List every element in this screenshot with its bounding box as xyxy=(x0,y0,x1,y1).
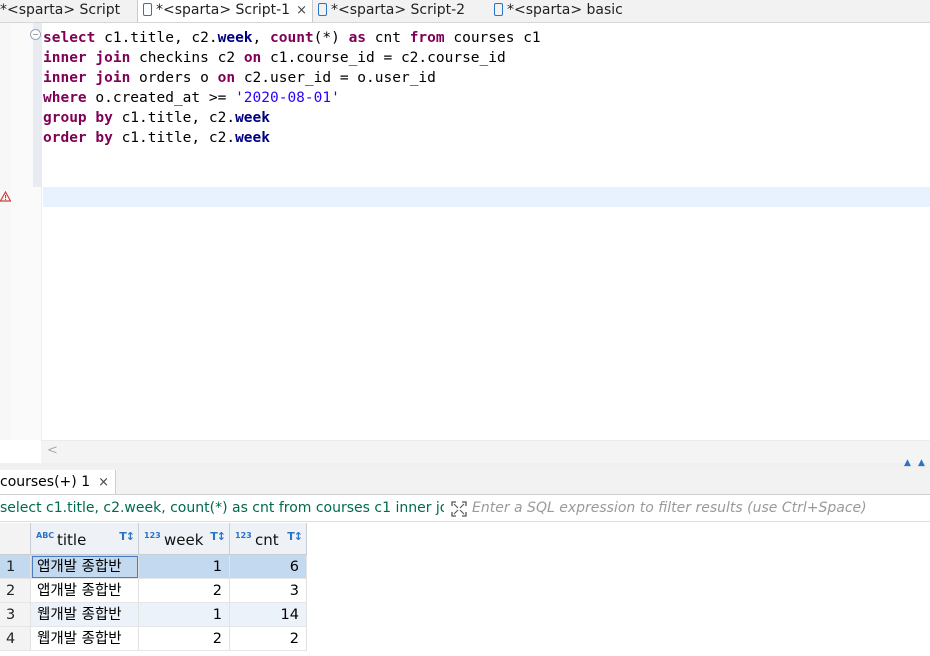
tab-label: *<sparta> basic xyxy=(507,2,623,18)
maximize-up-icon[interactable]: ▲ xyxy=(904,458,911,468)
column-header-cnt[interactable]: 123 cnt T↕ xyxy=(230,523,307,555)
row-number[interactable]: 3 xyxy=(0,603,31,627)
close-icon[interactable]: × xyxy=(98,475,109,490)
column-label: week xyxy=(164,531,204,549)
results-tab-bar: courses(+) 1 × xyxy=(0,468,930,495)
code-line: select c1.title, c2.week, count(*) as cn… xyxy=(43,30,541,46)
tab-script-1[interactable]: *<sparta> Script-1 × xyxy=(137,0,313,22)
cell-title[interactable]: 앱개발 종합반 xyxy=(31,555,139,579)
cell-cnt[interactable]: 14 xyxy=(230,603,307,627)
code-line: where o.created_at >= '2020-08-01' xyxy=(43,90,340,106)
text-type-icon: ABC xyxy=(36,531,55,540)
sql-code[interactable]: select c1.title, c2.week, count(*) as cn… xyxy=(43,28,541,148)
row-number-header[interactable] xyxy=(0,523,31,555)
annotation-ruler xyxy=(0,23,11,440)
current-line-highlight xyxy=(43,187,930,207)
restore-up-icon[interactable]: ▲ xyxy=(918,458,925,468)
number-type-icon: 123 xyxy=(144,531,161,540)
filter-sort-icon[interactable]: T↕ xyxy=(210,530,226,543)
column-label: cnt xyxy=(255,531,279,549)
cell-title[interactable]: 웹개발 종합반 xyxy=(31,627,139,651)
cell-week[interactable]: 2 xyxy=(139,627,230,651)
code-line: order by c1.title, c2.week xyxy=(43,130,270,146)
cell-title[interactable]: 앱개발 종합반 xyxy=(31,579,139,603)
row-number[interactable]: 2 xyxy=(0,579,31,603)
results-filter-bar: select c1.title, c2.week, count(*) as cn… xyxy=(0,497,930,522)
cell-week[interactable]: 2 xyxy=(139,579,230,603)
horizontal-scrollbar[interactable]: < xyxy=(41,440,930,463)
tab-label: *<sparta> Script-2 xyxy=(331,2,466,18)
tab-script-2[interactable]: *<sparta> Script-2 xyxy=(314,0,484,22)
statement-marker xyxy=(33,23,42,187)
column-header-week[interactable]: 123 week T↕ xyxy=(139,523,230,555)
cell-week[interactable]: 1 xyxy=(139,555,230,579)
results-tab-label: courses(+) 1 xyxy=(0,474,91,490)
fold-collapse-icon[interactable]: − xyxy=(30,29,41,40)
editor-tab-bar: *<sparta> Script *<sparta> Script-1 × *<s… xyxy=(0,0,930,23)
cell-week[interactable]: 1 xyxy=(139,603,230,627)
executed-query-text[interactable]: select c1.title, c2.week, count(*) as cn… xyxy=(0,500,444,516)
script-icon xyxy=(143,3,152,16)
cell-title[interactable]: 웹개발 종합반 xyxy=(31,603,139,627)
number-type-icon: 123 xyxy=(235,531,252,540)
code-line: inner join orders o on c2.user_id = o.us… xyxy=(43,70,436,86)
close-icon[interactable]: × xyxy=(296,3,307,18)
filter-input[interactable] xyxy=(472,498,922,518)
warning-icon[interactable] xyxy=(0,191,11,202)
filter-sort-icon[interactable]: T↕ xyxy=(287,530,303,543)
script-icon xyxy=(318,3,327,16)
tab-basic[interactable]: *<sparta> basic xyxy=(492,0,652,22)
filter-sort-icon[interactable]: T↕ xyxy=(119,530,135,543)
code-line: inner join checkins c2 on c1.course_id =… xyxy=(43,50,506,66)
column-header-title[interactable]: ABC title T↕ xyxy=(31,523,139,555)
cell-cnt[interactable]: 6 xyxy=(230,555,307,579)
tab-label: *<sparta> Script-1 xyxy=(156,2,291,18)
row-number[interactable]: 1 xyxy=(0,555,31,579)
expand-filter-icon[interactable] xyxy=(451,501,467,517)
cell-cnt[interactable]: 3 xyxy=(230,579,307,603)
script-icon xyxy=(494,3,503,16)
line-gutter xyxy=(11,23,42,440)
tab-courses-result[interactable]: courses(+) 1 × xyxy=(0,470,117,494)
row-number[interactable]: 4 xyxy=(0,627,31,651)
tab-script[interactable]: *<sparta> Script xyxy=(0,0,136,22)
sql-editor[interactable]: − select c1.title, c2.week, count(*) as … xyxy=(0,23,930,463)
code-line: group by c1.title, c2.week xyxy=(43,110,270,126)
tab-label: *<sparta> Script xyxy=(0,2,121,18)
scroll-left-icon[interactable]: < xyxy=(47,443,58,458)
column-label: title xyxy=(57,531,87,549)
cell-cnt[interactable]: 2 xyxy=(230,627,307,651)
